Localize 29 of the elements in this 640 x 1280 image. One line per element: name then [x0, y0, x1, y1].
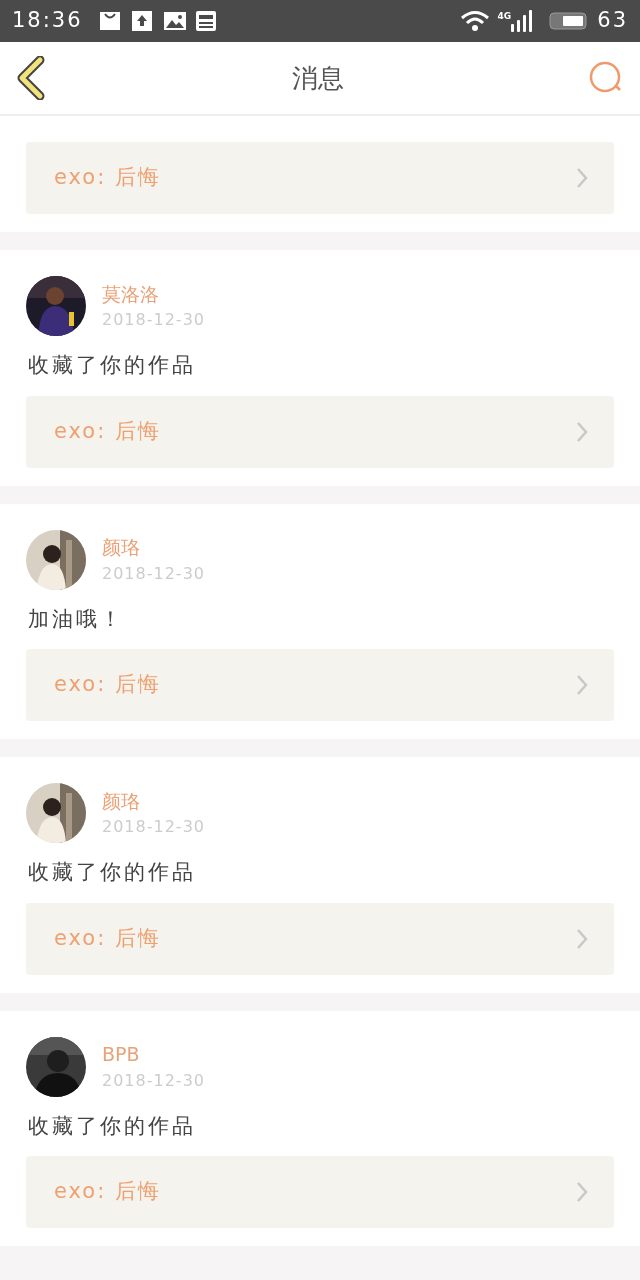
message-text: 收藏了你的作品 — [28, 859, 197, 886]
user-name: 莫洛洛 — [102, 281, 160, 307]
message-text: 收藏了你的作品 — [28, 352, 197, 379]
message-text: 收藏了你的作品 — [28, 1112, 197, 1140]
upload-icon — [130, 9, 155, 33]
page-title: 消息 — [292, 61, 344, 95]
work-link[interactable]: exo: 后悔 — [26, 902, 614, 975]
chevron-right-icon — [576, 927, 588, 950]
signal-icon — [511, 10, 534, 32]
work-link[interactable]: exo: 后悔 — [26, 649, 614, 721]
network-type: 4G — [497, 10, 512, 23]
work-link[interactable]: exo: 后悔 — [26, 1156, 614, 1228]
message-text: 加油哦！ — [28, 605, 125, 633]
chevron-right-icon — [576, 1181, 588, 1203]
battery-level: 63 — [597, 7, 628, 35]
chevron-right-icon — [576, 167, 588, 189]
user-name: BPB — [102, 1042, 141, 1068]
chevron-right-icon — [576, 420, 588, 443]
status-time: 18:36 — [12, 7, 83, 35]
newspaper-icon — [194, 9, 219, 33]
user-name: 颜珞 — [102, 788, 141, 814]
wifi-icon — [459, 10, 490, 32]
image-icon — [162, 9, 187, 33]
battery-icon — [549, 12, 590, 30]
work-link[interactable]: exo: 后悔 — [26, 395, 614, 468]
bag-icon — [98, 9, 123, 33]
user-name: 颜珞 — [102, 535, 141, 561]
work-link[interactable]: exo: 后悔 — [26, 142, 614, 214]
chevron-right-icon — [576, 674, 588, 696]
